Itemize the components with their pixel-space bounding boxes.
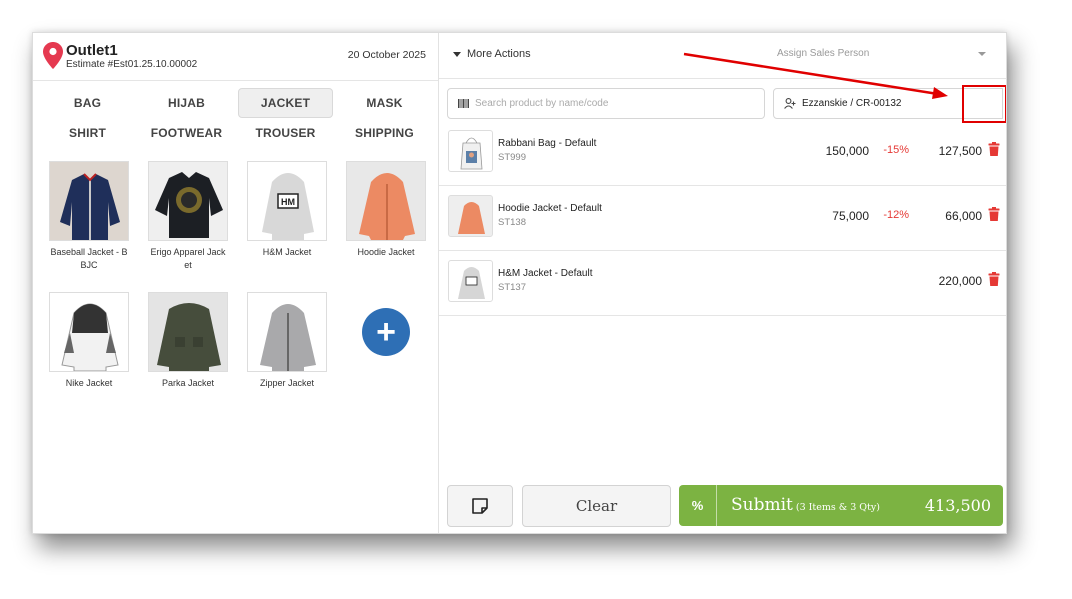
cart-item-total: 66,000 bbox=[945, 209, 982, 223]
product-name: Baseball Jacket - BBJC bbox=[50, 247, 128, 270]
customer-label: Ezzanskie / CR-00132 bbox=[802, 98, 902, 109]
submit-label: Submit (3 Items & 3 Qty) bbox=[731, 495, 880, 515]
cart-item-code: ST138 bbox=[498, 217, 526, 228]
assign-sales-person-select[interactable]: Assign Sales Person bbox=[777, 48, 869, 59]
location-pin-icon bbox=[43, 42, 63, 69]
cart-item-code: ST999 bbox=[498, 152, 526, 163]
plus-icon: + bbox=[362, 308, 410, 356]
cart-item-price: 75,000 bbox=[832, 209, 869, 223]
product-search bbox=[447, 88, 765, 119]
submit-total: 413,500 bbox=[924, 496, 991, 515]
clear-button[interactable]: Clear bbox=[522, 485, 671, 527]
product-name: Hoodie Jacket bbox=[357, 247, 415, 257]
cart-item-price: 150,000 bbox=[825, 144, 869, 158]
product-name: Parka Jacket bbox=[161, 378, 215, 388]
catalog-panel: Outlet1 Estimate #Est01.25.10.00002 20 O… bbox=[33, 33, 439, 533]
cart-row[interactable]: Rabbani Bag - Default ST999 150,000 -15%… bbox=[439, 121, 1006, 186]
product-image bbox=[247, 292, 327, 372]
cart-item-discount: -15% bbox=[883, 144, 909, 156]
cart-row[interactable]: H&M Jacket - Default ST137 220,000 bbox=[439, 251, 1006, 316]
barcode-icon bbox=[458, 99, 469, 108]
cart-item-name: H&M Jacket - Default bbox=[498, 268, 593, 279]
cart-item-discount: -12% bbox=[883, 209, 909, 221]
pos-window: Outlet1 Estimate #Est01.25.10.00002 20 O… bbox=[32, 32, 1007, 534]
product-grid: Baseball Jacket - BBJC Erigo Apparel Jac… bbox=[49, 161, 426, 423]
cart-item-image bbox=[448, 130, 493, 172]
trash-icon[interactable] bbox=[988, 207, 1000, 221]
submit-summary: (3 Items & 3 Qty) bbox=[795, 502, 880, 513]
caret-down-icon bbox=[453, 51, 461, 57]
cart-list: Rabbani Bag - Default ST999 150,000 -15%… bbox=[439, 121, 1006, 316]
cart-item-total: 127,500 bbox=[938, 144, 982, 158]
category-tab-trouser[interactable]: TROUSER bbox=[237, 118, 334, 148]
category-tab-shirt[interactable]: SHIRT bbox=[39, 118, 136, 148]
trash-icon[interactable] bbox=[988, 272, 1000, 286]
add-product-wrapper: + bbox=[346, 292, 426, 372]
product-image bbox=[148, 292, 228, 372]
product-image bbox=[49, 292, 129, 372]
product-name: Nike Jacket bbox=[65, 378, 113, 388]
cart-panel: More Actions Assign Sales Person Ezzansk… bbox=[439, 33, 1006, 533]
category-tab-bag[interactable]: BAG bbox=[39, 88, 136, 118]
product-image bbox=[148, 161, 228, 241]
product-card[interactable]: Zipper Jacket bbox=[247, 292, 327, 423]
annotation-highlight-box bbox=[962, 85, 1006, 123]
outlet-header: Outlet1 Estimate #Est01.25.10.00002 20 O… bbox=[33, 33, 438, 81]
category-tabs: BAG HIJAB JACKET MASK SHIRT FOOTWEAR TRO… bbox=[39, 88, 435, 148]
user-plus-icon bbox=[784, 98, 796, 109]
cart-item-name: Hoodie Jacket - Default bbox=[498, 203, 602, 214]
product-card[interactable]: Parka Jacket bbox=[148, 292, 228, 423]
submit-text: Submit bbox=[731, 495, 793, 515]
category-tab-mask[interactable]: MASK bbox=[336, 88, 433, 118]
product-name: Erigo Apparel Jacket bbox=[150, 247, 226, 270]
add-product-button[interactable]: + bbox=[346, 292, 426, 423]
product-card[interactable]: Nike Jacket bbox=[49, 292, 129, 423]
cart-row[interactable]: Hoodie Jacket - Default ST138 75,000 -12… bbox=[439, 186, 1006, 251]
submit-button[interactable]: % Submit (3 Items & 3 Qty) 413,500 bbox=[679, 485, 1003, 526]
product-card[interactable]: HM H&M Jacket bbox=[247, 161, 327, 292]
chevron-down-icon[interactable] bbox=[978, 52, 986, 56]
svg-text:HM: HM bbox=[281, 197, 295, 207]
note-button[interactable] bbox=[447, 485, 513, 527]
estimate-number: Estimate #Est01.25.10.00002 bbox=[66, 59, 198, 70]
product-image bbox=[346, 161, 426, 241]
cart-item-code: ST137 bbox=[498, 282, 526, 293]
discount-percent-button[interactable]: % bbox=[679, 485, 717, 526]
search-input[interactable] bbox=[475, 98, 755, 109]
more-actions-button[interactable]: More Actions bbox=[453, 48, 531, 60]
product-card[interactable]: Hoodie Jacket bbox=[346, 161, 426, 292]
cart-item-total: 220,000 bbox=[938, 274, 982, 288]
category-tab-jacket[interactable]: JACKET bbox=[238, 88, 333, 118]
product-card[interactable]: Erigo Apparel Jacket bbox=[148, 161, 228, 292]
category-tab-hijab[interactable]: HIJAB bbox=[138, 88, 235, 118]
cart-item-name: Rabbani Bag - Default bbox=[498, 138, 597, 149]
product-image: HM bbox=[247, 161, 327, 241]
cart-item-image bbox=[448, 195, 493, 237]
product-image bbox=[49, 161, 129, 241]
category-tab-shipping[interactable]: SHIPPING bbox=[336, 118, 433, 148]
product-name: Zipper Jacket bbox=[259, 378, 315, 388]
product-card[interactable]: Baseball Jacket - BBJC bbox=[49, 161, 129, 292]
product-name: H&M Jacket bbox=[262, 247, 312, 257]
trash-icon[interactable] bbox=[988, 142, 1000, 156]
category-tab-footwear[interactable]: FOOTWEAR bbox=[138, 118, 235, 148]
sticky-note-icon bbox=[472, 498, 488, 514]
cart-item-image bbox=[448, 260, 493, 302]
more-actions-label: More Actions bbox=[467, 48, 531, 60]
order-date: 20 October 2025 bbox=[347, 49, 426, 61]
cart-toolbar: More Actions Assign Sales Person bbox=[439, 33, 1006, 79]
outlet-name: Outlet1 bbox=[66, 42, 118, 59]
